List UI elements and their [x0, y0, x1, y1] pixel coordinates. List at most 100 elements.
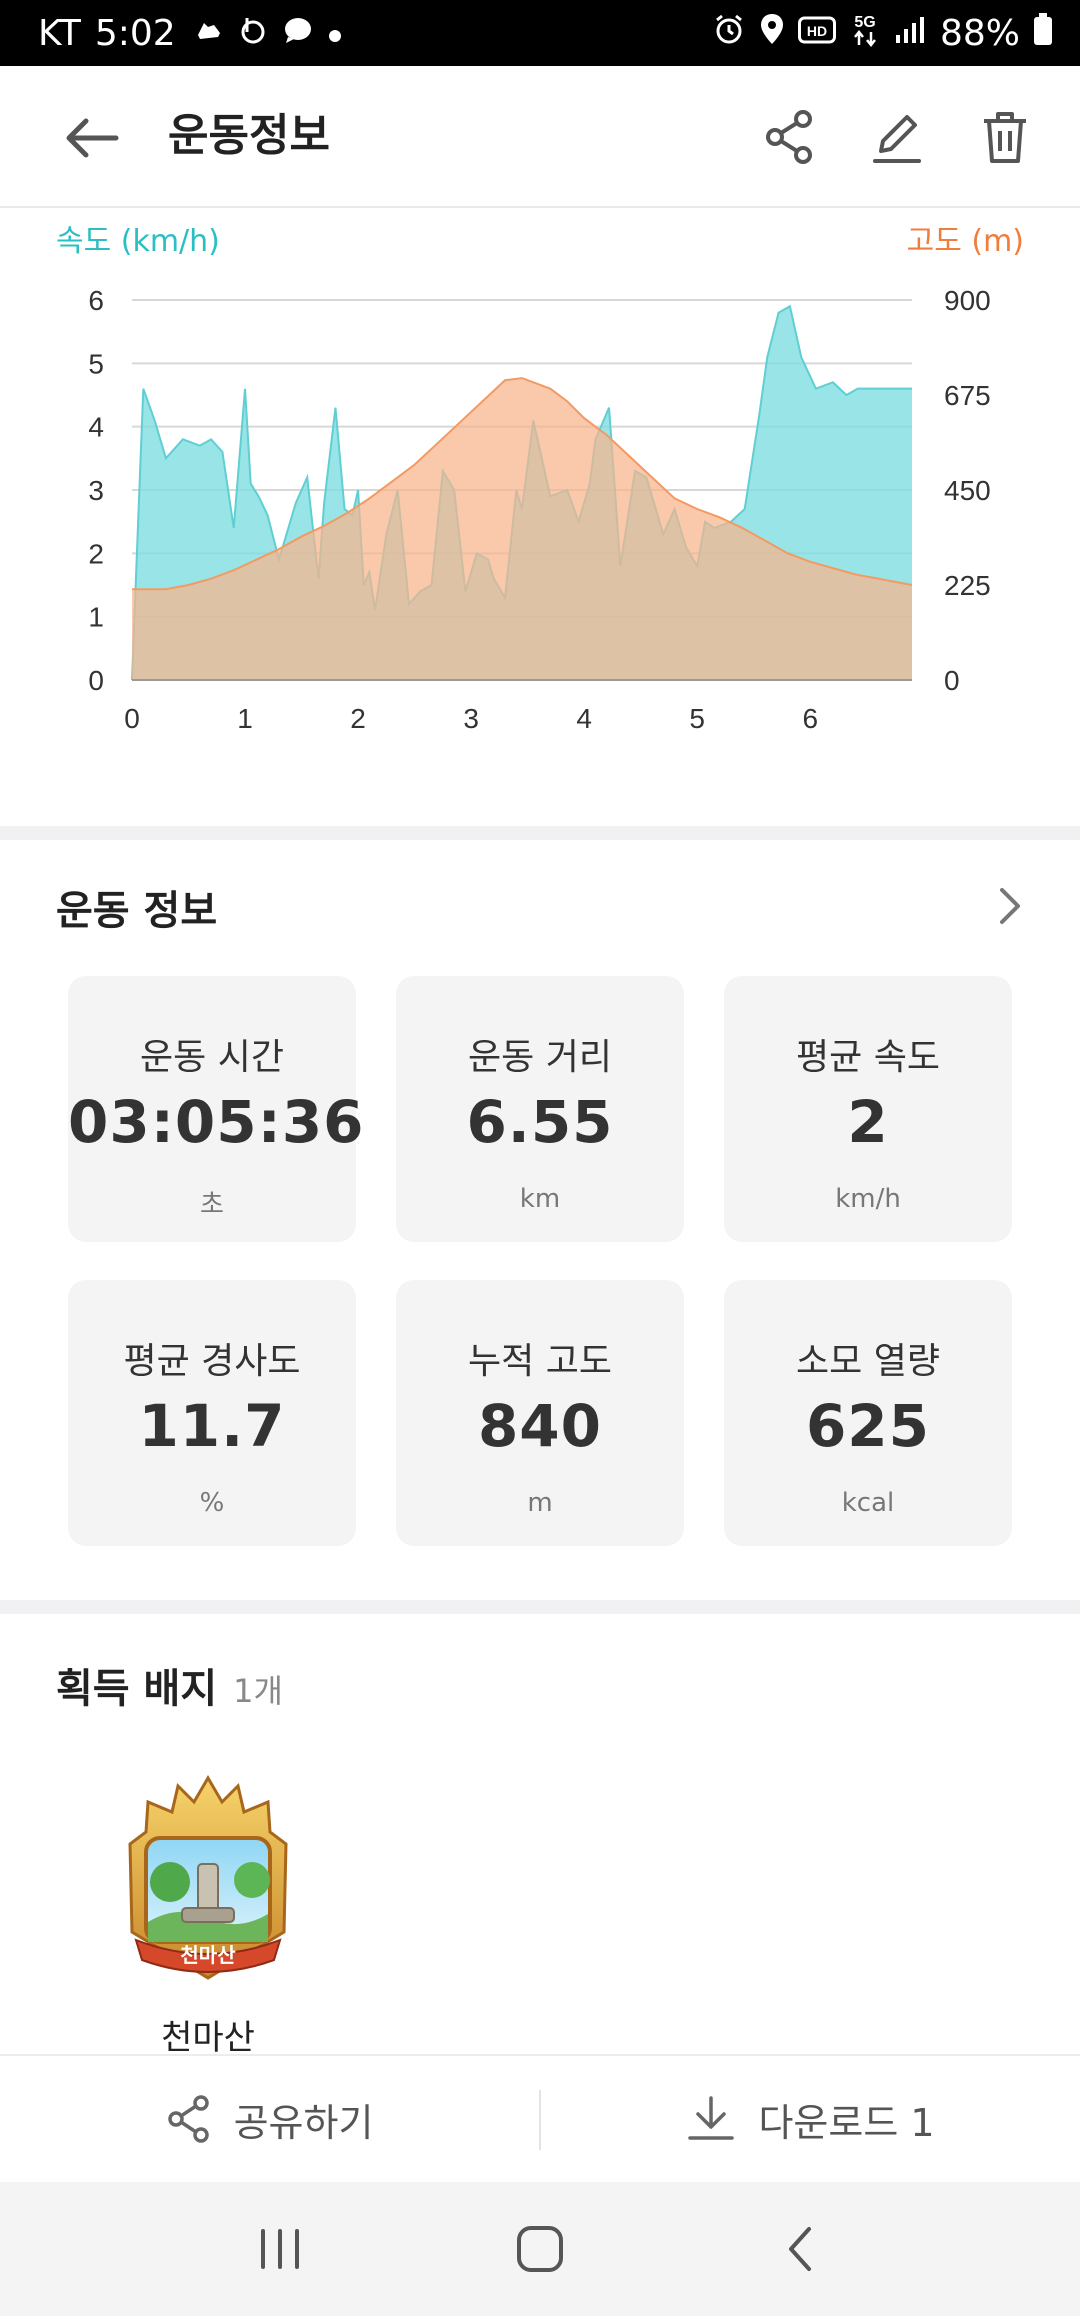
home-button[interactable]	[500, 2209, 580, 2289]
bottom-action-bar: 공유하기 다운로드 1	[0, 2054, 1080, 2182]
stat-unit: km/h	[835, 1184, 901, 1214]
stat-label: 평균 속도	[796, 1037, 940, 1078]
badges-title-text: 획득 배지	[56, 1666, 218, 1712]
edit-button[interactable]	[864, 104, 930, 170]
stat-label: 평균 경사도	[123, 1341, 301, 1382]
dot-icon	[328, 17, 342, 50]
badges-title: 획득 배지 1개	[56, 1656, 283, 1714]
recent-apps-icon	[261, 2229, 299, 2269]
location-icon	[758, 12, 786, 55]
status-left: KT 5:02	[38, 0, 342, 66]
stat-unit: m	[527, 1488, 553, 1518]
left-tick-label: 0	[88, 665, 104, 696]
section-divider	[0, 826, 1080, 840]
workout-stats-grid: 운동 시간 03:05:36 초 운동 거리 6.55 km 평균 속도 2 k…	[68, 976, 1012, 1546]
x-tick-label: 3	[463, 703, 479, 734]
stat-card-duration: 운동 시간 03:05:36 초	[68, 976, 365, 1242]
left-tick-label: 6	[88, 285, 104, 316]
x-tick-label: 5	[689, 703, 705, 734]
delete-button[interactable]	[972, 104, 1038, 170]
stat-label: 소모 열량	[796, 1341, 940, 1382]
left-tick-label: 5	[88, 348, 104, 379]
badge-item[interactable]: 천마산	[118, 1772, 298, 1996]
home-icon	[517, 2226, 563, 2272]
x-tick-label: 6	[802, 703, 818, 734]
left-tick-label: 4	[88, 412, 104, 443]
right-tick-label: 450	[944, 475, 991, 506]
stat-unit: km	[519, 1184, 561, 1214]
status-right: HD 5G 88%	[712, 0, 1054, 66]
altitude-axis-title: 고도 (m)	[906, 224, 1024, 259]
right-tick-label: 0	[944, 665, 960, 696]
stat-card-distance: 운동 거리 6.55 km	[396, 976, 684, 1242]
chevron-right-icon	[1000, 888, 1020, 924]
stat-card-avg-speed: 평균 속도 2 km/h	[724, 976, 1012, 1242]
back-button[interactable]	[60, 106, 124, 170]
carrier-label: KT	[38, 12, 81, 54]
stat-label: 운동 시간	[140, 1037, 284, 1078]
section-divider	[0, 1600, 1080, 1614]
battery-percent: 88%	[939, 12, 1020, 54]
speed-axis-title: 속도 (km/h)	[56, 224, 220, 259]
left-tick-label: 2	[88, 538, 104, 569]
share-icon	[167, 2095, 209, 2143]
stat-value: 625	[805, 1392, 931, 1460]
hd-icon: HD	[797, 13, 836, 54]
badges-count: 1개	[233, 1672, 283, 1710]
right-tick-label: 675	[944, 380, 991, 411]
left-tick-label: 1	[88, 602, 104, 633]
5g-icon: 5G	[848, 11, 882, 56]
download-action-button[interactable]: 다운로드 1	[541, 2056, 1080, 2182]
right-tick-label: 225	[944, 570, 991, 601]
x-tick-label: 1	[237, 703, 253, 734]
chevron-left-icon	[789, 2227, 811, 2271]
stat-unit: %	[199, 1488, 225, 1518]
shoe-icon	[194, 15, 224, 52]
arrow-left-icon	[66, 118, 119, 158]
stat-unit: kcal	[841, 1488, 895, 1518]
download-icon	[688, 2096, 735, 2140]
mountain-badge-icon: 천마산	[128, 1775, 288, 1980]
stat-card-elevation-gain: 누적 고도 840 m	[396, 1280, 684, 1546]
stat-value: 11.7	[138, 1392, 286, 1460]
x-tick-label: 0	[124, 703, 140, 734]
x-tick-label: 2	[350, 703, 366, 734]
workout-info-title: 운동 정보	[56, 888, 218, 934]
stat-value: 6.55	[466, 1088, 614, 1156]
right-tick-label: 900	[944, 285, 991, 316]
badge-name: 천마산	[161, 2018, 255, 2058]
stat-value: 840	[477, 1392, 603, 1460]
x-tick-label: 4	[576, 703, 592, 734]
chat-bubble-icon	[282, 15, 314, 52]
stat-value: 03:05:36	[68, 1088, 365, 1156]
badge-emblem-text: 천마산	[180, 1943, 236, 1967]
notification-icons	[194, 15, 342, 52]
stat-card-avg-slope: 평균 경사도 11.7 %	[68, 1280, 356, 1546]
trash-icon	[984, 112, 1026, 163]
speed-altitude-chart: 0 1 2 3 4 5 6 0 225 450 675 900 0 1 2 3 4 5 6	[88, 285, 991, 734]
stat-label: 운동 거리	[468, 1037, 612, 1078]
battery-icon	[1032, 12, 1054, 55]
stat-unit: 초	[200, 1190, 224, 1220]
download-action-label: 다운로드 1	[758, 2100, 935, 2145]
left-tick-label: 3	[88, 475, 104, 506]
system-nav-bar	[0, 2182, 1080, 2316]
app-bar: 운동정보	[0, 66, 1080, 208]
share-icon	[766, 110, 812, 164]
svg-text:5G: 5G	[854, 14, 875, 31]
share-button[interactable]	[756, 104, 822, 170]
stat-value: 2	[847, 1088, 889, 1156]
alarm-icon	[712, 12, 746, 55]
pencil-icon	[873, 115, 921, 163]
status-bar: KT 5:02 HD 5G 88%	[0, 0, 1080, 66]
recent-apps-button[interactable]	[240, 2209, 320, 2289]
workout-info-more-button[interactable]	[990, 886, 1030, 926]
stat-label: 누적 고도	[468, 1341, 612, 1382]
share-action-button[interactable]: 공유하기	[0, 2056, 539, 2182]
stat-card-calories: 소모 열량 625 kcal	[724, 1280, 1012, 1546]
share-action-label: 공유하기	[233, 2100, 374, 2145]
chart-section: 속도 (km/h) 고도 (m) 0 1 2 3 4 5 6 0 225 450 675 900 0 1 2…	[0, 210, 1080, 826]
system-back-button[interactable]	[760, 2209, 840, 2289]
signal-icon	[894, 13, 928, 54]
app-actions	[756, 104, 1038, 170]
